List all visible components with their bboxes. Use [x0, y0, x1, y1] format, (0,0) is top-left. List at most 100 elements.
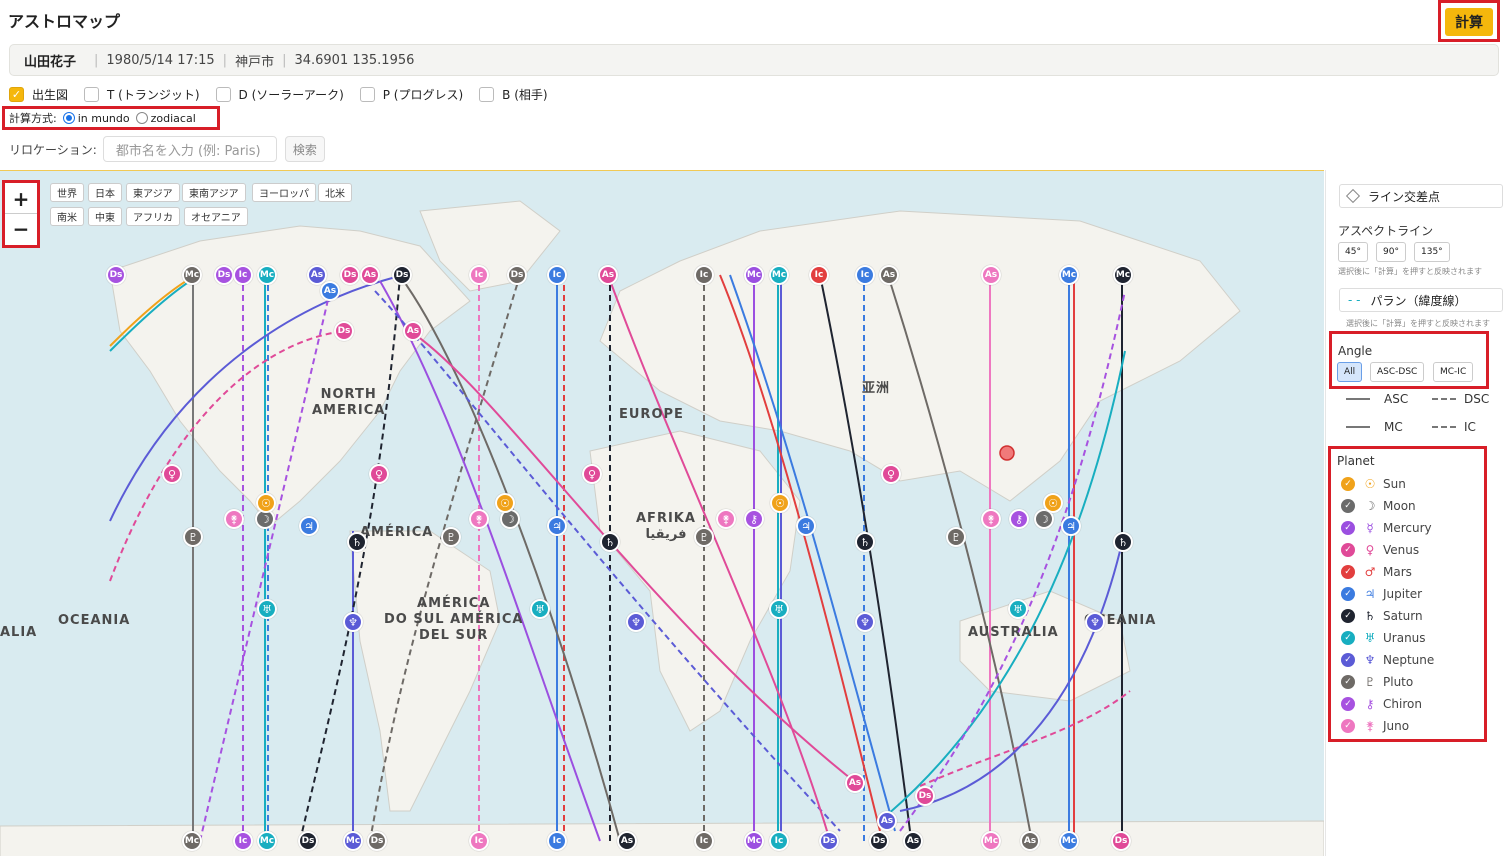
juno-icon[interactable]: ⚵ — [716, 509, 736, 529]
angle-line-marker[interactable]: Mc — [1059, 831, 1079, 851]
jupiter-icon[interactable]: ♃ — [1061, 516, 1081, 536]
chart-solar-arc[interactable]: D (ソーラーアーク) — [215, 86, 344, 103]
planet-toggle-mars[interactable]: ✓ ♂ Mars — [1341, 563, 1412, 581]
angle-line-marker[interactable]: Ic — [469, 265, 489, 285]
checkbox-icon[interactable] — [215, 87, 231, 102]
venus-icon[interactable]: ♀ — [162, 464, 182, 484]
angle-mc-ic-button[interactable]: MC-IC — [1433, 362, 1474, 382]
checkbox-icon[interactable] — [84, 87, 100, 102]
angle-asc-dsc-button[interactable]: ASC-DSC — [1370, 362, 1425, 382]
uranus-icon[interactable]: ♅ — [1008, 599, 1028, 619]
checkbox-checked-icon[interactable]: ✓ — [1341, 499, 1355, 513]
paran-toggle[interactable]: - - パラン（緯度線） — [1339, 288, 1503, 312]
calc-button[interactable]: 計算 — [1445, 8, 1493, 36]
zoom-out-button[interactable]: − — [7, 215, 35, 243]
angle-line-marker[interactable]: Mc — [1113, 265, 1133, 285]
search-button[interactable]: 検索 — [284, 136, 325, 162]
checkbox-checked-icon[interactable]: ✓ — [9, 87, 24, 102]
planet-toggle-juno[interactable]: ✓ ⚵ Juno — [1341, 717, 1409, 735]
angle-line-marker[interactable]: Mc — [182, 265, 202, 285]
uranus-icon[interactable]: ♅ — [769, 599, 789, 619]
angle-line-marker[interactable]: Ds — [869, 831, 889, 851]
region-east-asia[interactable]: 東アジア — [126, 183, 180, 202]
chart-partner[interactable]: B (相手) — [479, 86, 548, 103]
checkbox-icon[interactable] — [359, 87, 375, 102]
planet-toggle-saturn[interactable]: ✓ ♄ Saturn — [1341, 607, 1423, 625]
region-north-america[interactable]: 北米 — [318, 183, 352, 202]
radio-in-mundo[interactable] — [62, 112, 75, 124]
region-oceania[interactable]: オセアニア — [184, 207, 248, 226]
angle-line-marker[interactable]: Ds — [106, 265, 126, 285]
planet-toggle-venus[interactable]: ✓ ♀ Venus — [1341, 541, 1419, 559]
angle-line-marker[interactable]: Ic — [469, 831, 489, 851]
angle-line-marker[interactable]: Ic — [694, 265, 714, 285]
planet-toggle-mercury[interactable]: ✓ ☿ Mercury — [1341, 519, 1432, 537]
checkbox-checked-icon[interactable]: ✓ — [1341, 521, 1355, 535]
chiron-icon[interactable]: ⚷ — [744, 509, 764, 529]
astro-map[interactable]: NORTH AMERICA EUROPE 亚洲 AMÉRICA AFRIKA ف… — [0, 170, 1324, 856]
checkbox-checked-icon[interactable]: ✓ — [1341, 675, 1355, 689]
angle-line-marker[interactable]: Ds — [298, 831, 318, 851]
angle-line-marker[interactable]: Ic — [694, 831, 714, 851]
region-south-america[interactable]: 南米 — [50, 207, 84, 226]
planet-toggle-uranus[interactable]: ✓ ♅ Uranus — [1341, 629, 1426, 647]
saturn-icon[interactable]: ♄ — [600, 532, 620, 552]
jupiter-icon[interactable]: ♃ — [547, 516, 567, 536]
venus-icon[interactable]: ♀ — [582, 464, 602, 484]
planet-toggle-moon[interactable]: ✓ ☽ Moon — [1341, 497, 1416, 515]
angle-line-marker[interactable]: As — [981, 265, 1001, 285]
saturn-icon[interactable]: ♄ — [1113, 532, 1133, 552]
angle-line-marker[interactable]: Mc — [744, 265, 764, 285]
pluto-icon[interactable]: ♇ — [694, 527, 714, 547]
chart-transit[interactable]: T (トランジット) — [84, 86, 200, 103]
aspect-45-button[interactable]: 45° — [1338, 242, 1368, 262]
checkbox-checked-icon[interactable]: ✓ — [1341, 543, 1355, 557]
pluto-icon[interactable]: ♇ — [183, 527, 203, 547]
sun-icon[interactable]: ☉ — [1043, 493, 1063, 513]
angle-all-button[interactable]: All — [1337, 362, 1363, 382]
angle-line-marker[interactable]: Mc — [182, 831, 202, 851]
chiron-icon[interactable]: ⚷ — [1009, 509, 1029, 529]
venus-icon[interactable]: ♀ — [881, 464, 901, 484]
angle-line-marker[interactable]: Ic — [547, 265, 567, 285]
checkbox-checked-icon[interactable]: ✓ — [1341, 719, 1355, 733]
angle-line-marker[interactable]: Ds — [819, 831, 839, 851]
angle-line-marker[interactable]: Ic — [769, 831, 789, 851]
angle-line-marker[interactable]: Ic — [809, 265, 829, 285]
angle-line-marker[interactable]: Ic — [233, 265, 253, 285]
checkbox-checked-icon[interactable]: ✓ — [1341, 609, 1355, 623]
neptune-icon[interactable]: ♆ — [626, 612, 646, 632]
crossing-toggle[interactable]: ライン交差点 — [1339, 184, 1503, 208]
saturn-icon[interactable]: ♄ — [347, 532, 367, 552]
venus-icon[interactable]: ♀ — [369, 464, 389, 484]
angle-line-marker[interactable]: As — [360, 265, 380, 285]
checkbox-checked-icon[interactable]: ✓ — [1341, 565, 1355, 579]
pluto-icon[interactable]: ♇ — [441, 527, 461, 547]
aspect-90-button[interactable]: 90° — [1376, 242, 1406, 262]
angle-line-marker[interactable]: Mc — [981, 831, 1001, 851]
planet-toggle-pluto[interactable]: ✓ ♇ Pluto — [1341, 673, 1413, 691]
region-europe[interactable]: ヨーロッパ — [252, 183, 316, 202]
angle-line-marker[interactable]: Mc — [744, 831, 764, 851]
angle-line-marker[interactable]: Mc — [257, 831, 277, 851]
jupiter-icon[interactable]: ♃ — [796, 516, 816, 536]
angle-line-marker[interactable]: Mc — [1059, 265, 1079, 285]
sun-icon[interactable]: ☉ — [770, 493, 790, 513]
angle-line-marker[interactable]: Ds — [1111, 831, 1131, 851]
checkbox-checked-icon[interactable]: ✓ — [1341, 653, 1355, 667]
angle-line-marker[interactable]: As — [598, 265, 618, 285]
juno-icon[interactable]: ⚵ — [469, 509, 489, 529]
saturn-icon[interactable]: ♄ — [855, 532, 875, 552]
angle-line-marker[interactable]: Ds — [367, 831, 387, 851]
angle-line-marker[interactable]: Mc — [769, 265, 789, 285]
angle-line-marker[interactable]: As — [877, 811, 897, 831]
neptune-icon[interactable]: ♆ — [343, 612, 363, 632]
planet-toggle-jupiter[interactable]: ✓ ♃ Jupiter — [1341, 585, 1422, 603]
neptune-icon[interactable]: ♆ — [1085, 612, 1105, 632]
angle-line-marker[interactable]: Ds — [214, 265, 234, 285]
region-africa[interactable]: アフリカ — [126, 207, 180, 226]
angle-line-marker[interactable]: As — [879, 265, 899, 285]
sun-icon[interactable]: ☉ — [256, 493, 276, 513]
angle-line-marker[interactable]: As — [320, 281, 340, 301]
angle-line-marker[interactable]: As — [403, 321, 423, 341]
